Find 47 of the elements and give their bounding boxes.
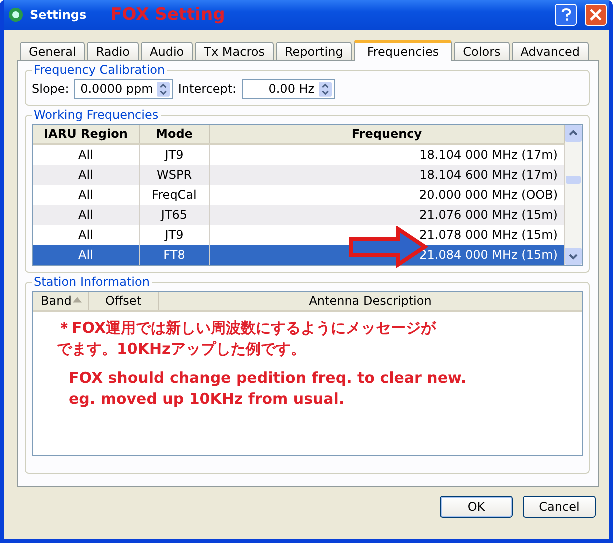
annotation-text: FOX should change pedition freq. to clear new. eg. moved up 10KHz from usual. [68,368,468,410]
slope-spinbox[interactable]: 0.0000 ppm [74,79,174,99]
sort-arrow-icon [73,297,82,303]
group-title: Working Frequencies [33,108,160,122]
group-title: Frequency Calibration [33,63,166,77]
tab[interactable]: Reporting [276,42,352,60]
tab[interactable]: Audio [141,42,194,60]
question-icon [560,8,572,22]
spin-arrows-icon [157,82,170,96]
table-row[interactable]: All JT65 21.076 000 MHz (15m) [33,205,565,225]
column-header[interactable]: Mode [140,125,210,143]
close-icon [590,9,602,21]
annotation-title: FOX Setting [110,5,226,25]
dialog-button[interactable]: OK [440,496,513,518]
intercept-label: Intercept: [178,82,237,96]
column-header[interactable]: IARU Region [33,125,140,143]
table-cell: WSPR [140,165,210,185]
table-cell: All [33,245,140,265]
close-button[interactable] [585,4,607,26]
scroll-up-icon [565,125,582,142]
tab[interactable]: Frequencies [354,40,452,61]
app-icon [8,7,24,23]
group-title: Station Information [33,275,151,289]
table-row[interactable]: All WSPR 18.104 600 MHz (17m) [33,165,565,185]
column-header[interactable]: Band [33,292,89,310]
tab[interactable]: Colors [454,42,510,60]
tab[interactable]: General [20,42,86,60]
scroll-thumb[interactable] [566,176,581,184]
table-row[interactable]: All FT8 21.084 000 MHz (15m) [33,245,565,265]
dialog-button[interactable]: Cancel [523,496,596,518]
column-header[interactable]: Offset [89,292,159,310]
help-button[interactable] [555,4,577,26]
table-cell: All [33,205,140,225]
tab[interactable]: Radio [87,42,140,60]
window-title: Settings [30,8,87,22]
slope-label: Slope: [32,82,70,96]
scrollbar[interactable] [565,125,582,265]
tab[interactable]: Advanced [512,42,590,60]
scroll-down-icon [565,248,582,265]
column-header[interactable]: Antenna Description [159,292,582,310]
spin-arrows-icon [318,82,332,96]
table-cell: FT8 [140,245,210,265]
intercept-spinbox[interactable]: 0.00 Hz [242,79,335,99]
table-cell: All [33,165,140,185]
table-cell: JT65 [140,205,210,225]
annotation-text: ＊FOX運用では新しい周波数にするようにメッセージがでます。10KHzアップした例です。 [57,318,438,360]
tab[interactable]: Tx Macros [195,42,274,60]
